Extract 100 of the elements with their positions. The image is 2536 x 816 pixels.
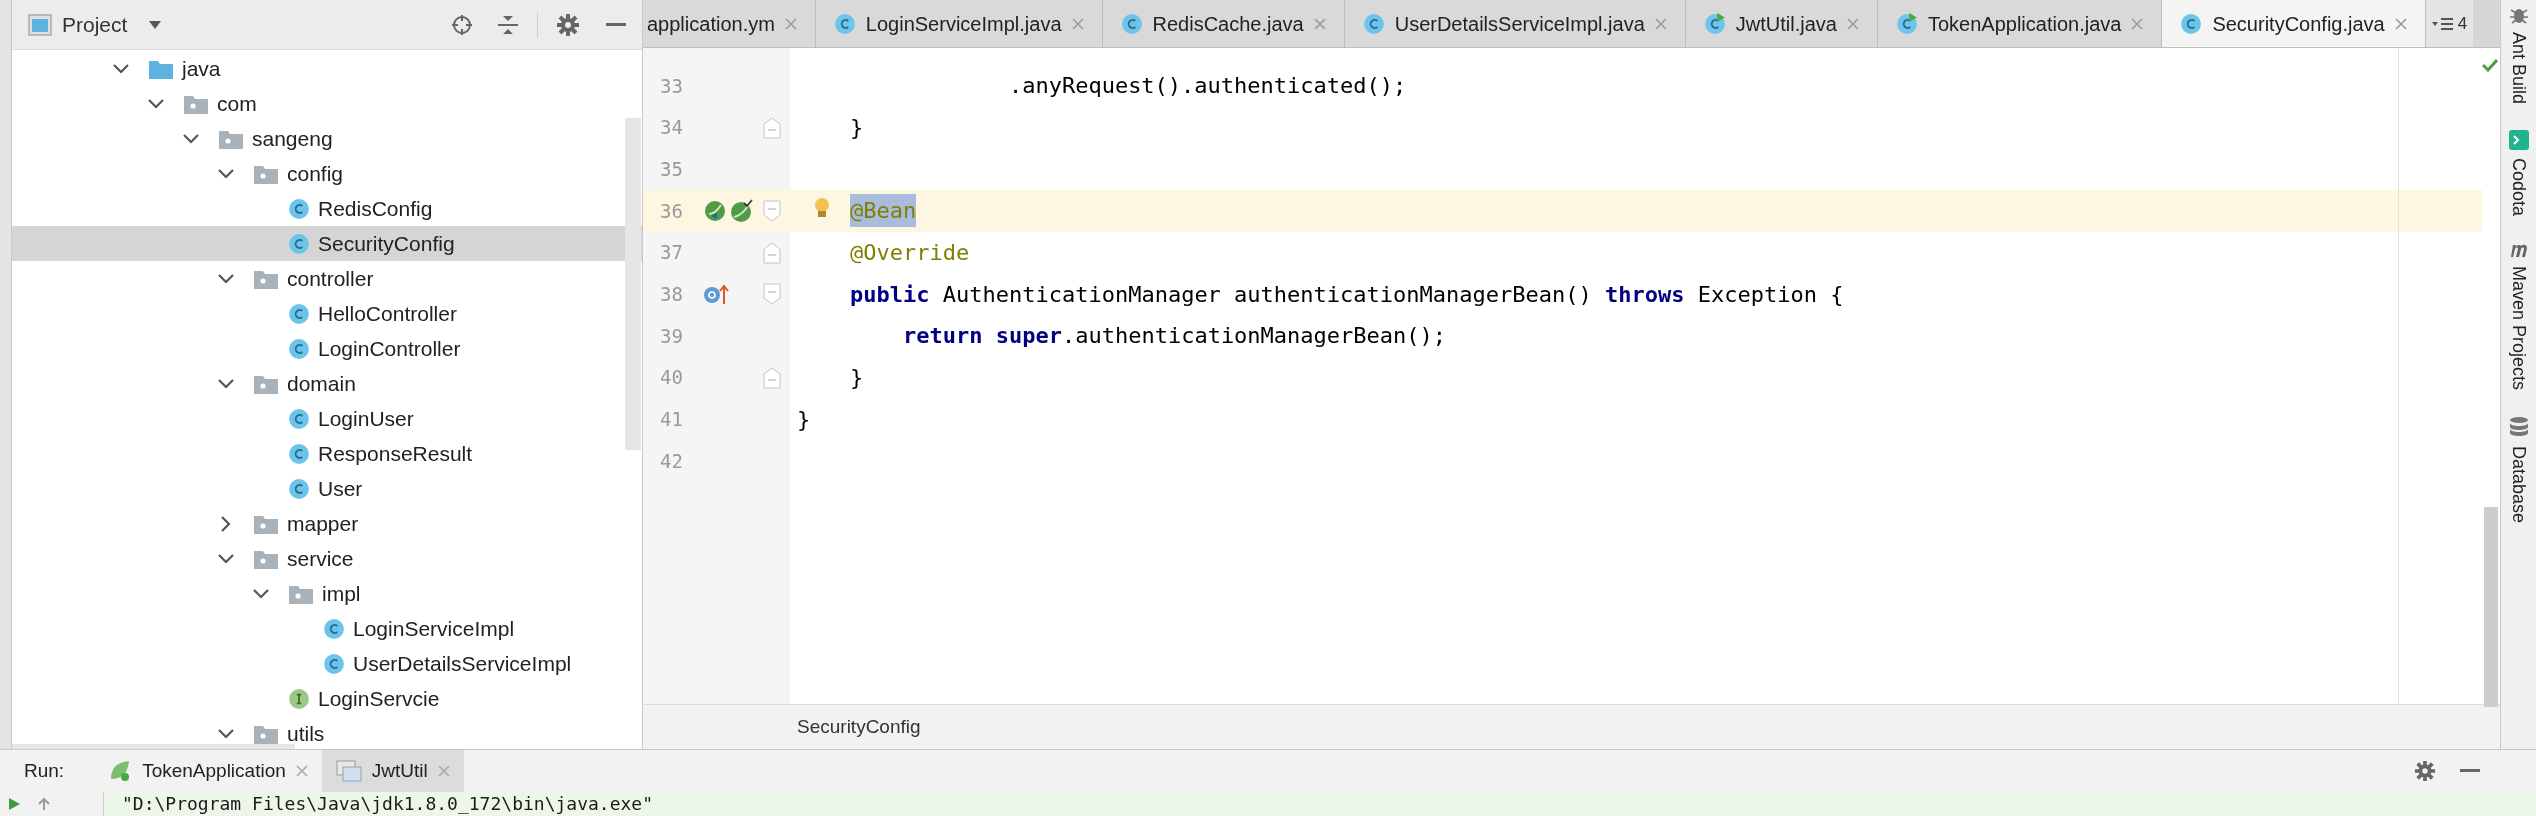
run-tab[interactable]: TokenApplication — [94, 750, 322, 792]
tree-item[interactable]: LoginController — [12, 331, 642, 366]
tool-window-button[interactable]: Maven Projects — [2505, 242, 2532, 391]
code-token: .authenticationManagerBean(); — [1061, 322, 1447, 351]
line-number: 34 — [659, 115, 683, 141]
tool-window-button[interactable]: Database — [2505, 416, 2532, 524]
minimize-icon[interactable] — [606, 22, 626, 27]
fold-marker-icon[interactable] — [763, 199, 781, 222]
line-number: 42 — [659, 448, 683, 474]
close-icon[interactable] — [1654, 17, 1667, 30]
panel-title: Project — [62, 11, 128, 38]
code-token: super — [995, 322, 1062, 351]
class-icon — [288, 302, 310, 325]
close-icon[interactable] — [1846, 17, 1859, 30]
code-token: } — [797, 405, 811, 434]
codota-icon — [2508, 130, 2529, 151]
line-number: 35 — [659, 156, 683, 182]
minimize-icon[interactable] — [2460, 769, 2480, 773]
class-icon — [1703, 12, 1726, 35]
override-icon[interactable] — [703, 282, 729, 307]
tree-item[interactable]: LoginServcie — [12, 681, 642, 716]
run-tab[interactable]: JwtUtil — [321, 750, 464, 792]
dropdown-icon[interactable] — [149, 20, 162, 29]
editor-tab[interactable]: SecurityConfig.java — [2162, 0, 2426, 47]
chevron-down-icon[interactable] — [113, 63, 129, 74]
class-icon — [1120, 12, 1143, 35]
tree-item[interactable]: java — [12, 51, 642, 86]
chevron-down-icon[interactable] — [218, 378, 234, 389]
tree-item[interactable]: UserDetailsServiceImpl — [12, 646, 642, 681]
fold-marker-icon[interactable] — [763, 366, 781, 389]
line-number: 33 — [659, 73, 683, 99]
close-icon[interactable] — [1313, 17, 1326, 30]
code-token: return — [902, 322, 983, 351]
class-icon — [1895, 12, 1918, 35]
tree-item[interactable]: RedisConfig — [12, 191, 642, 226]
chevron-down-icon[interactable] — [218, 728, 234, 739]
chevron-down-icon[interactable] — [183, 133, 199, 144]
class-icon — [288, 477, 310, 500]
tree-item[interactable]: LoginUser — [12, 401, 642, 436]
chevron-down-icon[interactable] — [218, 553, 234, 564]
class-icon — [2180, 12, 2203, 35]
up-arrow-icon[interactable] — [36, 796, 52, 812]
tree-item[interactable]: mapper — [12, 506, 642, 541]
tree-item[interactable]: LoginServiceImpl — [12, 611, 642, 646]
run-icon[interactable] — [6, 796, 22, 812]
class-icon — [833, 12, 856, 35]
crosshair-icon[interactable] — [451, 13, 473, 36]
chevron-down-icon[interactable] — [253, 588, 269, 599]
tool-window-button[interactable]: Codota — [2505, 130, 2532, 217]
database-icon — [2508, 416, 2529, 439]
list-icon — [2431, 16, 2454, 31]
tree-item[interactable]: ResponseResult — [12, 436, 642, 471]
scrollbar-thumb[interactable] — [12, 744, 295, 749]
chevron-down-icon[interactable] — [148, 98, 164, 109]
tree-item[interactable]: service — [12, 541, 642, 576]
panel-label: Run: — [24, 758, 65, 783]
fold-marker-icon[interactable] — [763, 116, 781, 139]
chevron-right-icon[interactable] — [221, 515, 231, 532]
close-icon[interactable] — [2394, 17, 2407, 30]
breadcrumb[interactable]: SecurityConfig — [797, 712, 921, 742]
close-icon[interactable] — [2131, 17, 2144, 30]
tab-overflow-button[interactable]: 4 — [2425, 0, 2474, 47]
tree-item[interactable]: config — [12, 156, 642, 191]
window-icon — [335, 760, 362, 782]
class-icon — [288, 337, 310, 360]
tool-window-button[interactable]: Ant Build — [2505, 4, 2532, 105]
tree-item[interactable]: User — [12, 471, 642, 506]
code-token: AuthenticationManager authenticationManagerBean() — [942, 280, 1593, 309]
chevron-down-icon[interactable] — [218, 168, 234, 179]
line-number: 41 — [659, 407, 683, 433]
line-number: 40 — [659, 365, 683, 391]
code-token: @Override — [850, 239, 970, 268]
settings-icon[interactable] — [556, 12, 580, 37]
chevron-down-icon[interactable] — [218, 273, 234, 284]
tree-item[interactable]: HelloController — [12, 296, 642, 331]
code-token: } — [850, 114, 864, 143]
tree-item[interactable]: controller — [12, 261, 642, 296]
tree-item[interactable]: utils — [12, 716, 642, 749]
line-number: 38 — [659, 282, 683, 308]
tree-item[interactable]: impl — [12, 576, 642, 611]
bean-icon[interactable] — [729, 198, 753, 223]
close-icon[interactable] — [784, 17, 797, 30]
window-icon — [28, 13, 52, 36]
close-icon[interactable] — [295, 765, 308, 777]
tree-item[interactable]: com — [12, 86, 642, 121]
fold-marker-icon[interactable] — [763, 241, 781, 264]
interface-icon — [288, 687, 310, 710]
fold-marker-icon[interactable] — [763, 283, 781, 306]
tree-item[interactable]: domain — [12, 366, 642, 401]
bean-icon[interactable] — [703, 198, 727, 223]
collapse-icon[interactable] — [497, 13, 519, 36]
scrollbar-thumb[interactable] — [2484, 507, 2498, 707]
close-icon[interactable] — [1071, 17, 1084, 30]
class-icon — [1362, 12, 1385, 35]
tree-item[interactable]: sangeng — [12, 121, 642, 156]
scrollbar-thumb[interactable] — [625, 118, 641, 450]
class-icon — [288, 442, 310, 465]
settings-icon[interactable] — [2414, 760, 2436, 782]
class-icon — [288, 407, 310, 430]
tree-item[interactable]: SecurityConfig — [12, 226, 642, 261]
